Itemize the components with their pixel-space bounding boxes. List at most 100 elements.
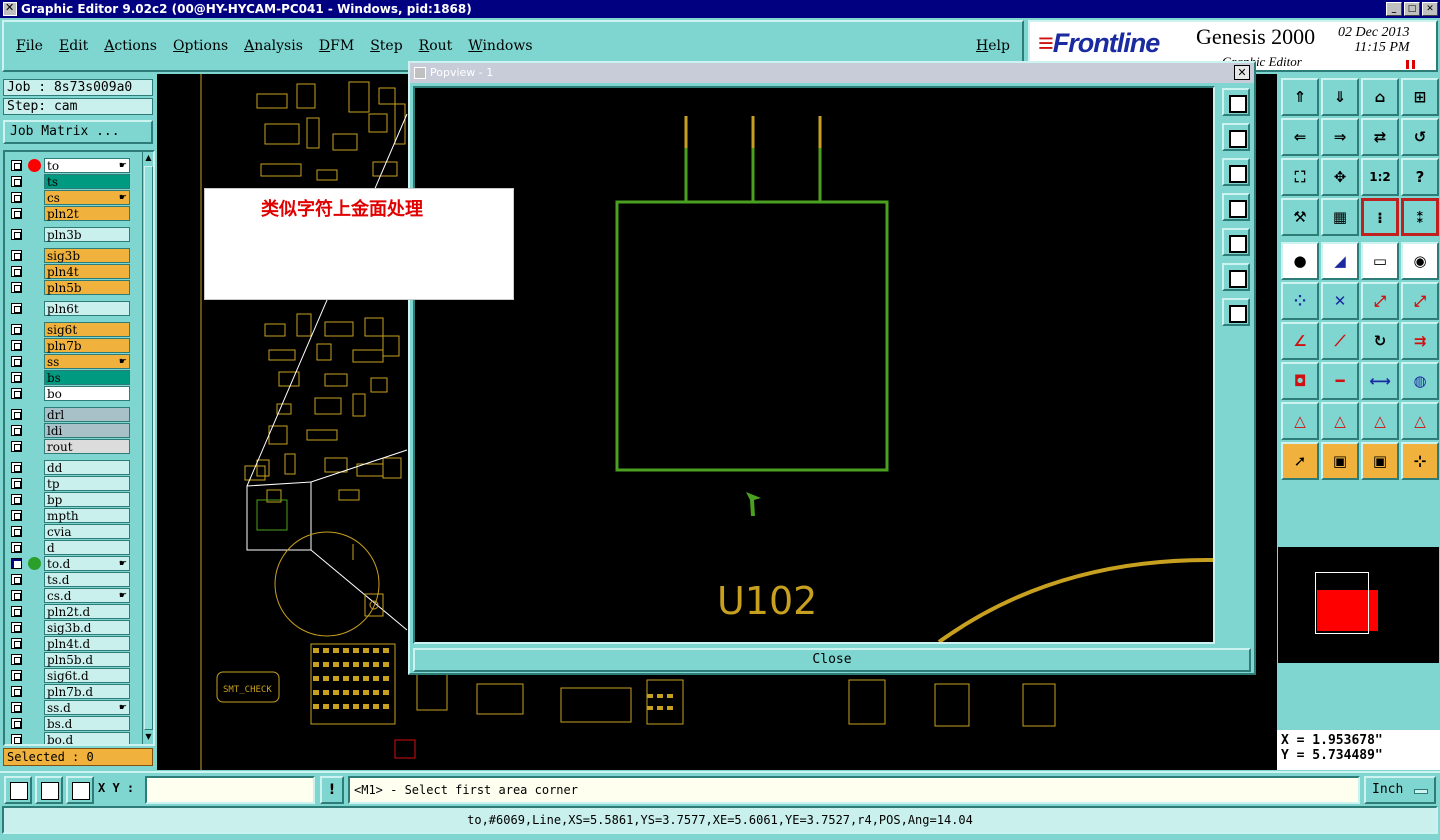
move-left-icon[interactable]: ⇐ [1281,118,1319,156]
popview-right-icon[interactable] [1222,228,1250,256]
layer-checkbox[interactable] [11,303,22,314]
fill-icon[interactable]: ◍ [1401,362,1439,400]
triangle-edit-icon[interactable]: △ [1281,402,1319,440]
layer-name[interactable]: ldi [44,423,130,438]
layer-checkbox[interactable] [11,462,22,473]
layer-name[interactable]: pln7b [44,338,130,353]
layer-name[interactable]: sig6t.d [44,668,130,683]
help-icon[interactable]: ? [1401,158,1439,196]
layer-name[interactable]: d [44,540,130,555]
triangle-resize-icon[interactable]: △ [1361,402,1399,440]
layer-checkbox[interactable] [11,250,22,261]
popview-left-icon[interactable] [1222,193,1250,221]
layer-name[interactable]: pln6t [44,301,130,316]
layer-row[interactable]: d [8,540,130,555]
select-net-icon[interactable]: ⊹ [1401,442,1439,480]
layer-name[interactable]: cs ☛ [44,190,130,205]
layer-row[interactable]: cvia [8,524,130,539]
angle-icon[interactable]: ∠ [1281,322,1319,360]
layer-checkbox[interactable] [11,208,22,219]
layer-checkbox[interactable] [11,702,22,713]
layer-row[interactable]: pln5b.d [8,652,130,667]
zoom-1to2-icon[interactable]: 1:2 [1361,158,1399,196]
popview-title-bar[interactable]: Popview - 1 ✕ [410,63,1254,83]
layer-checkbox[interactable] [11,638,22,649]
layer-checkbox[interactable] [11,718,22,729]
maximize-button[interactable]: □ [1404,2,1420,16]
arc-icon[interactable]: ↻ [1361,322,1399,360]
select-icon[interactable]: ➚ [1281,442,1319,480]
layer-name[interactable]: sig3b.d [44,620,130,635]
popview-center-icon[interactable] [1222,298,1250,326]
layer-checkbox[interactable] [11,176,22,187]
snap-grid-icon[interactable] [66,776,94,804]
job-matrix-button[interactable]: Job Matrix ... [3,120,153,144]
layer-name[interactable]: bs.d [44,716,130,731]
layer-checkbox[interactable] [11,324,22,335]
layer-row[interactable]: bs [8,370,130,385]
scroll-thumb[interactable] [144,166,153,730]
menu-options[interactable]: Options [173,38,228,54]
layer-row[interactable]: pln5b [8,280,130,295]
overview-view-frame[interactable] [1315,572,1369,634]
layer-name[interactable]: to.d ☛ [44,556,130,571]
measure-icon[interactable]: ⚒ [1281,198,1319,236]
move-right-icon[interactable]: ⇒ [1321,118,1359,156]
layer-checkbox[interactable] [11,510,22,521]
layer-name[interactable]: ss ☛ [44,354,130,369]
layer-row[interactable]: dd [8,460,130,475]
stretch-pad-icon[interactable]: ⤢ [1401,282,1439,320]
layer-name[interactable]: drl [44,407,130,422]
layer-row[interactable]: sig3b [8,248,130,263]
measure-tool-icon[interactable] [35,776,63,804]
connect-icon[interactable]: ⁑ [1401,198,1439,236]
layer-row[interactable]: cs ☛ [8,190,130,205]
layer-checkbox[interactable] [11,229,22,240]
layer-name[interactable]: bo.d [44,732,130,744]
layer-row[interactable]: pln3b [8,227,130,242]
menu-analysis[interactable]: Analysis [244,38,303,54]
layer-name[interactable]: pln4t [44,264,130,279]
menu-step[interactable]: Step [370,38,402,54]
popview-close-icon[interactable]: ✕ [1234,65,1250,80]
popview-zoom-icon[interactable] [1222,88,1250,116]
menu-help[interactable]: Help [976,38,1010,54]
line-resize-icon[interactable]: ━ [1321,362,1359,400]
layer-row[interactable]: sig6t [8,322,130,337]
layer-name[interactable]: pln2t [44,206,130,221]
layer-row[interactable]: pln2t [8,206,130,221]
layer-row[interactable]: sig3b.d [8,620,130,635]
menu-windows[interactable]: Windows [468,38,532,54]
layer-name[interactable]: ss.d ☛ [44,700,130,715]
connect-nodes-icon[interactable]: ⁘ [1281,282,1319,320]
overview-map[interactable] [1277,546,1440,664]
add-line-icon[interactable]: ◢ [1321,242,1359,280]
delete-node-icon[interactable]: ✕ [1321,282,1359,320]
window-split-icon[interactable]: ⊞ [1401,78,1439,116]
measure-distance-icon[interactable]: ⟷ [1361,362,1399,400]
popview-fit-icon[interactable] [1222,263,1250,291]
snap-icon[interactable]: ⁝ [1361,198,1399,236]
layer-row[interactable]: tp [8,476,130,491]
layer-checkbox[interactable] [11,340,22,351]
layer-checkbox[interactable] [11,670,22,681]
home-icon[interactable]: ⌂ [1361,78,1399,116]
line-edit-icon[interactable]: ⟋ [1321,322,1359,360]
move-pad-icon[interactable]: ⤢ [1361,282,1399,320]
ruler-icon[interactable]: ▭ [1361,242,1399,280]
layer-name[interactable]: cvia [44,524,130,539]
layer-row[interactable]: ss.d ☛ [8,700,130,715]
layer-checkbox[interactable] [11,478,22,489]
layer-scrollbar[interactable]: ▲ ▼ [142,152,153,744]
layer-row[interactable]: mpth [8,508,130,523]
layer-name[interactable]: mpth [44,508,130,523]
layer-checkbox[interactable] [11,409,22,420]
layer-row[interactable]: pln4t [8,264,130,279]
select-feature-icon[interactable]: ▣ [1361,442,1399,480]
layer-checkbox[interactable] [11,160,22,171]
layer-row[interactable]: pln7b.d [8,684,130,699]
alert-button[interactable]: ! [320,776,344,804]
layer-checkbox[interactable] [11,574,22,585]
layer-checkbox[interactable] [11,558,22,569]
layer-row[interactable]: pln4t.d [8,636,130,651]
